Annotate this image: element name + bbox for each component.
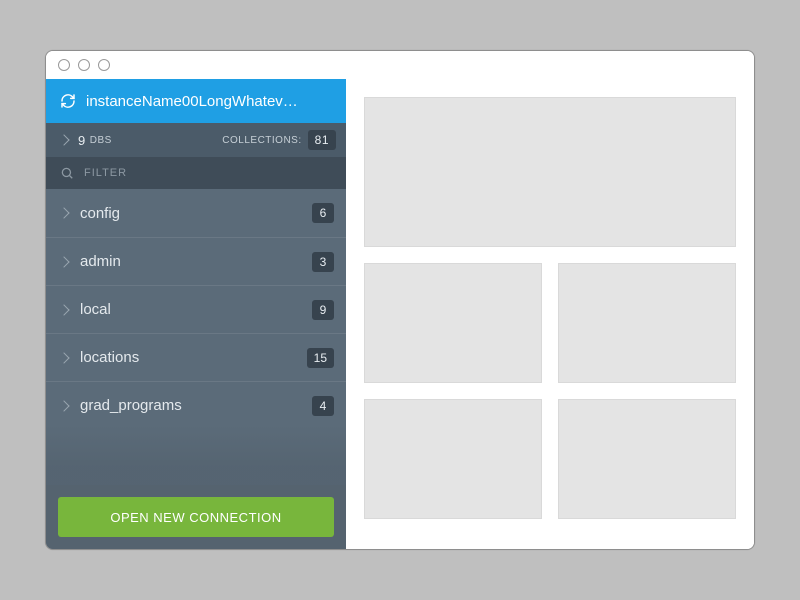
content-placeholder: [558, 399, 736, 519]
chevron-right-icon: [58, 256, 69, 267]
db-name: config: [80, 205, 300, 222]
db-name: locations: [80, 349, 295, 366]
collections-count-badge: 81: [308, 130, 336, 150]
db-count-badge: 6: [312, 203, 334, 223]
instance-header[interactable]: instanceName00LongWhatev…: [46, 79, 346, 123]
db-name: grad_programs: [80, 397, 300, 414]
db-name: admin: [80, 253, 300, 270]
content-placeholder: [364, 263, 542, 383]
chevron-right-icon: [58, 352, 69, 363]
window-close-button[interactable]: [58, 59, 70, 71]
open-new-connection-button[interactable]: OPEN NEW CONNECTION: [58, 497, 334, 537]
content-placeholder: [364, 399, 542, 519]
content-placeholder: [364, 97, 736, 247]
window-minimize-button[interactable]: [78, 59, 90, 71]
db-count-badge: 4: [312, 396, 334, 416]
db-item-config[interactable]: config 6: [46, 189, 346, 237]
database-list: config 6 admin 3 local 9 locations 15: [46, 189, 346, 485]
collections-label: COLLECTIONS:: [222, 135, 301, 146]
filter-input[interactable]: [84, 167, 332, 179]
db-item-admin[interactable]: admin 3: [46, 237, 346, 285]
search-icon: [60, 166, 74, 180]
window-zoom-button[interactable]: [98, 59, 110, 71]
db-name: local: [80, 301, 300, 318]
db-item-locations[interactable]: locations 15: [46, 333, 346, 381]
db-item-grad-programs[interactable]: grad_programs 4: [46, 381, 346, 429]
db-item-local[interactable]: local 9: [46, 285, 346, 333]
filter-row: [46, 157, 346, 189]
chevron-right-icon: [58, 134, 69, 145]
refresh-icon: [60, 93, 76, 109]
instance-name: instanceName00LongWhatev…: [86, 93, 298, 110]
list-fade-overlay: [46, 425, 346, 485]
content-placeholder: [558, 263, 736, 383]
app-window: instanceName00LongWhatev… 9 DBS COLLECTI…: [45, 50, 755, 550]
sidebar-footer: OPEN NEW CONNECTION: [46, 485, 346, 549]
db-count-badge: 9: [312, 300, 334, 320]
stats-row[interactable]: 9 DBS COLLECTIONS: 81: [46, 123, 346, 157]
chevron-right-icon: [58, 400, 69, 411]
chevron-right-icon: [58, 304, 69, 315]
window-titlebar: [46, 51, 754, 79]
chevron-right-icon: [58, 207, 69, 218]
db-count-badge: 15: [307, 348, 334, 368]
main-content: [346, 79, 754, 549]
sidebar: instanceName00LongWhatev… 9 DBS COLLECTI…: [46, 79, 346, 549]
db-count: 9: [78, 133, 86, 148]
dbs-label: DBS: [90, 135, 112, 146]
window-body: instanceName00LongWhatev… 9 DBS COLLECTI…: [46, 79, 754, 549]
db-count-badge: 3: [312, 252, 334, 272]
